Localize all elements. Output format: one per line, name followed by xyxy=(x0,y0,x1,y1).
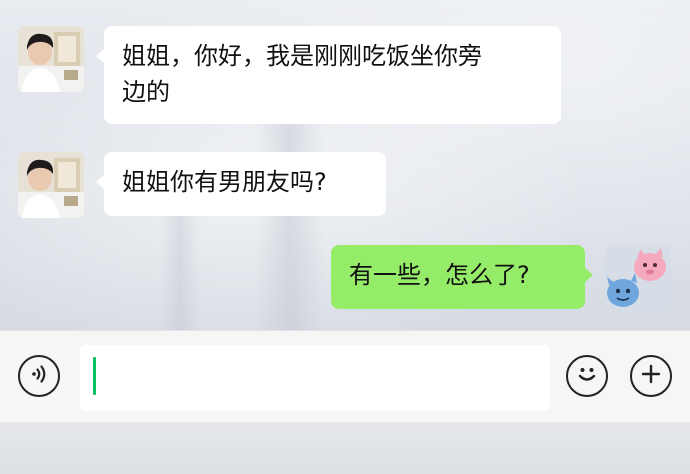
message-text: 边的 xyxy=(122,78,170,106)
message-bubble-incoming[interactable]: 姐姐，你好，我是刚刚吃饭坐你旁 边的 xyxy=(96,26,561,124)
input-bar xyxy=(0,330,690,423)
message-bubble-outgoing[interactable]: 有一些，怎么了? xyxy=(331,245,593,309)
message-text: 有一些，怎么了? xyxy=(349,261,530,289)
contact-avatar[interactable] xyxy=(18,152,84,218)
message-bubble-incoming[interactable]: 姐姐你有男朋友吗? xyxy=(96,152,386,216)
voice-button[interactable] xyxy=(18,355,60,397)
plus-icon xyxy=(639,362,663,390)
text-cursor xyxy=(93,357,96,395)
message-input[interactable] xyxy=(80,345,550,411)
contact-avatar[interactable] xyxy=(18,26,84,92)
emoji-button[interactable] xyxy=(566,355,608,397)
message-text: 姐姐，你好，我是刚刚吃饭坐你旁 xyxy=(122,42,482,70)
user-avatar[interactable] xyxy=(605,245,671,311)
chat-area: 姐姐，你好，我是刚刚吃饭坐你旁 边的 姐姐你有男朋友吗? 有一些，怎么了? xyxy=(0,0,690,330)
bottom-area xyxy=(0,422,690,474)
more-button[interactable] xyxy=(630,355,672,397)
emoji-icon xyxy=(572,359,602,393)
voice-icon xyxy=(27,362,51,390)
message-text: 姐姐你有男朋友吗? xyxy=(122,168,327,196)
